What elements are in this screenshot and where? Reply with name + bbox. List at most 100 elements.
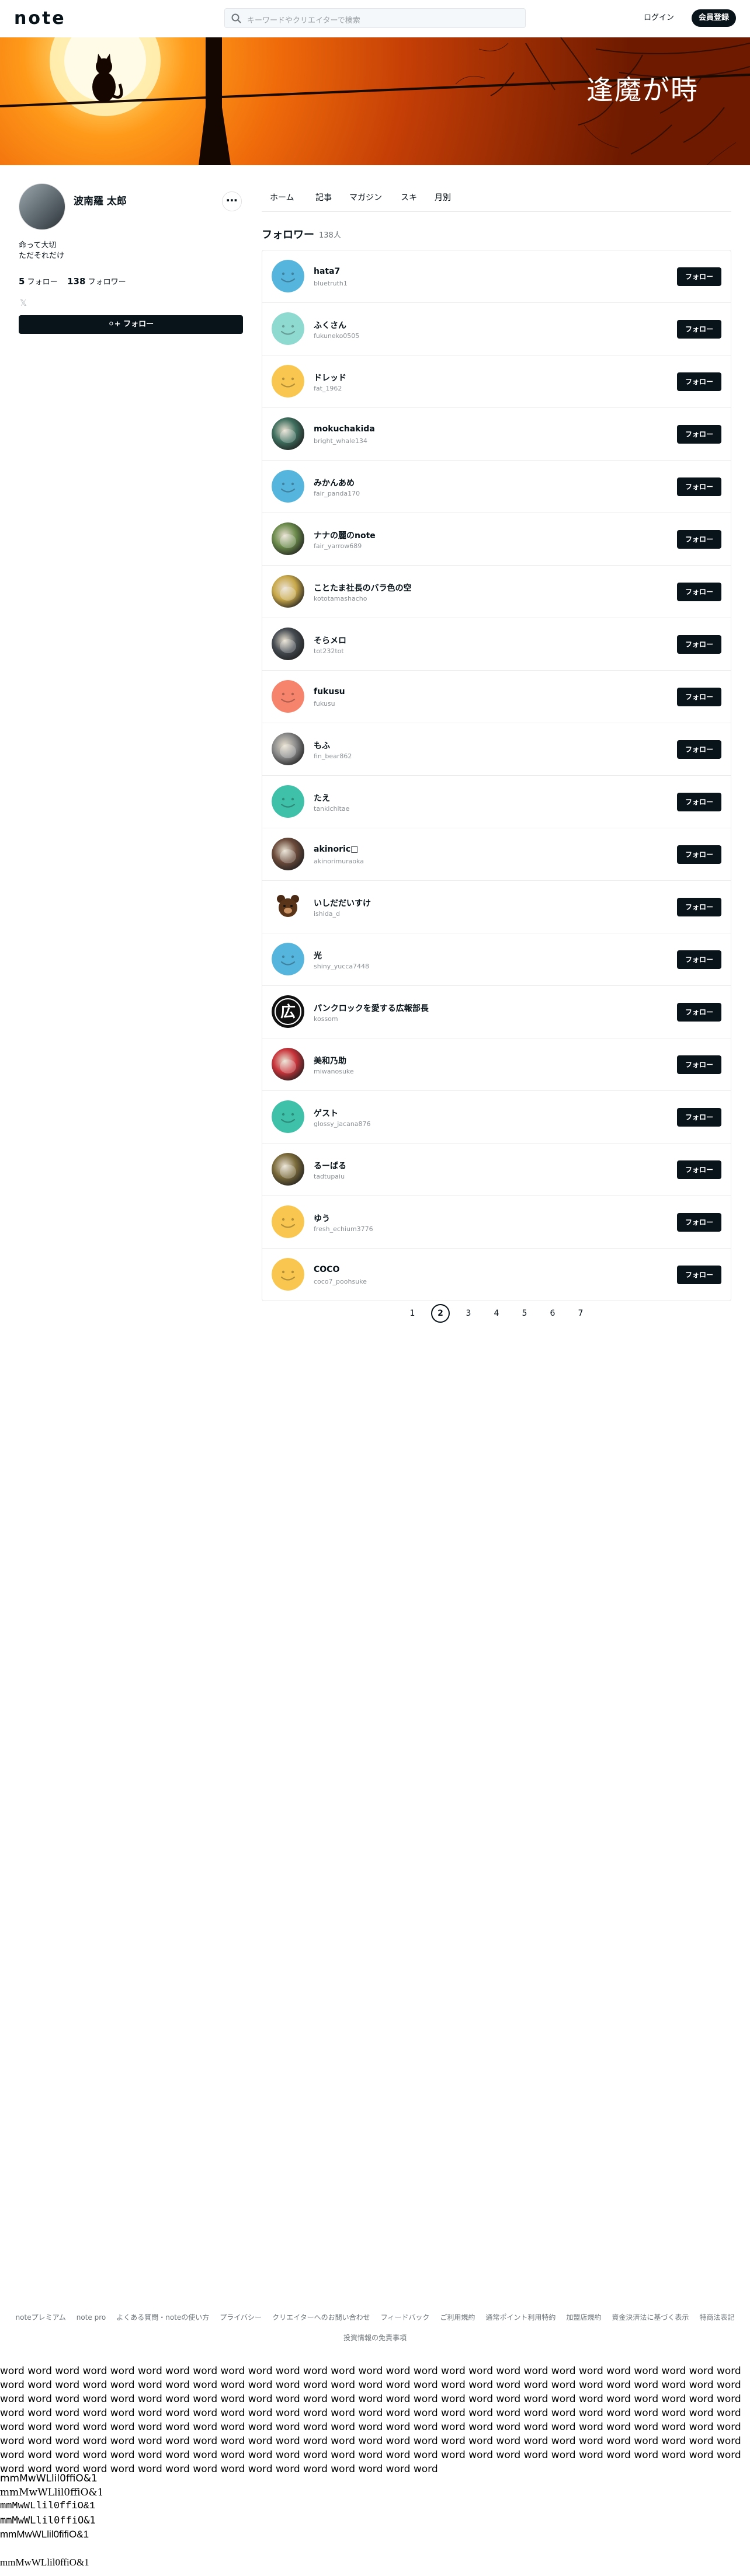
follow-button[interactable]: フォロー (677, 740, 721, 759)
follower-avatar[interactable] (272, 838, 304, 870)
follower-row[interactable]: mokuchakida bright_whale134 フォロー (262, 408, 731, 461)
footer-link[interactable]: 特商法表記 (699, 2313, 734, 2321)
footer-disclaimer-link[interactable]: 投資情報の免責事項 (0, 2333, 750, 2343)
follow-button[interactable]: フォロー (677, 425, 721, 444)
follower-name[interactable]: パンクロックを愛する広報部長 (314, 1002, 429, 1014)
follower-avatar[interactable] (272, 1048, 304, 1080)
follower-name[interactable]: ゲスト (314, 1107, 338, 1119)
login-button[interactable]: ログイン (636, 9, 682, 27)
smiley-avatar-icon[interactable] (272, 943, 304, 975)
smiley-avatar-icon[interactable] (272, 365, 304, 398)
follow-button[interactable]: フォロー (677, 267, 721, 286)
follower-row[interactable]: たえ tankichitae フォロー (262, 776, 731, 828)
follow-button[interactable]: フォロー (677, 635, 721, 654)
follower-row[interactable]: fukusu fukusu フォロー (262, 671, 731, 723)
smiley-avatar-icon[interactable] (272, 680, 304, 713)
follower-name[interactable]: いしだだいすけ (314, 897, 371, 909)
follower-name[interactable]: ドレッド (314, 372, 346, 384)
follower-name[interactable]: みかんあめ (314, 477, 355, 489)
follow-button[interactable]: フォロー (677, 1160, 721, 1179)
tab-articles[interactable]: 記事 (315, 191, 332, 203)
page-1-button[interactable]: 1 (403, 1304, 422, 1323)
follow-button[interactable]: フォロー (677, 793, 721, 811)
follower-avatar[interactable] (272, 890, 304, 923)
signup-button[interactable]: 会員登録 (692, 9, 736, 27)
follow-button[interactable]: フォロー (677, 1266, 721, 1284)
follower-name[interactable]: たえ (314, 792, 330, 804)
follower-row[interactable]: ナナの麗のnote fair_yarrow689 フォロー (262, 513, 731, 566)
follower-name[interactable]: 美和乃助 (314, 1055, 346, 1066)
follower-name[interactable]: るーぱる (314, 1160, 346, 1172)
follower-avatar[interactable] (272, 733, 304, 765)
follower-row[interactable]: いしだだいすけ ishida_d フォロー (262, 881, 731, 933)
page-5-button[interactable]: 5 (515, 1304, 534, 1323)
follow-button[interactable]: フォロー (677, 688, 721, 706)
page-6-button[interactable]: 6 (543, 1304, 562, 1323)
follower-name[interactable]: そらメロ (314, 635, 346, 646)
follow-button[interactable]: ⚪+ フォロー (19, 315, 243, 334)
follow-button[interactable]: フォロー (677, 1055, 721, 1074)
follower-row[interactable]: COCO coco7_poohsuke フォロー (262, 1249, 731, 1301)
follower-name[interactable]: ふくさん (314, 319, 346, 331)
follow-button[interactable]: フォロー (677, 372, 721, 391)
smiley-avatar-icon[interactable] (272, 785, 304, 818)
note-logo[interactable]: note (14, 8, 66, 29)
footer-link[interactable]: よくある質問・noteの使い方 (116, 2313, 209, 2321)
smiley-avatar-icon[interactable] (272, 470, 304, 503)
follower-row[interactable]: そらメロ tot232tot フォロー (262, 618, 731, 671)
follower-avatar[interactable] (272, 1153, 304, 1186)
smiley-avatar-icon[interactable] (272, 1100, 304, 1133)
smiley-avatar-icon[interactable] (272, 1205, 304, 1238)
following-link[interactable]: 5 フォロー (19, 276, 58, 287)
follow-button[interactable]: フォロー (677, 1108, 721, 1127)
follow-button[interactable]: フォロー (677, 1003, 721, 1022)
follower-row[interactable]: ドレッド fat_1962 フォロー (262, 355, 731, 408)
footer-link[interactable]: 通常ポイント利用特約 (485, 2313, 555, 2321)
smiley-avatar-icon[interactable] (272, 1258, 304, 1291)
follow-button[interactable]: フォロー (677, 950, 721, 969)
follower-row[interactable]: akinoric□ akinorimuraoka フォロー (262, 828, 731, 881)
footer-link[interactable]: noteプレミアム (16, 2313, 66, 2321)
follower-row[interactable]: もふ fin_bear862 フォロー (262, 723, 731, 776)
follower-row[interactable]: hata7 bluetruth1 フォロー (262, 250, 731, 303)
follower-name[interactable]: COCO (314, 1265, 339, 1274)
search-input[interactable]: キーワードやクリエイターで検索 (224, 8, 526, 28)
follower-name[interactable]: もふ (314, 740, 330, 751)
follower-row[interactable]: 光 shiny_yucca7448 フォロー (262, 933, 731, 986)
follower-name[interactable]: ゆう (314, 1212, 330, 1224)
x-social-icon[interactable]: 𝕏 (20, 298, 27, 308)
follower-row[interactable]: ゆう fresh_echium3776 フォロー (262, 1196, 731, 1249)
follow-button[interactable]: フォロー (677, 1213, 721, 1232)
follower-avatar[interactable] (272, 522, 304, 555)
tab-likes[interactable]: スキ (401, 191, 417, 203)
follower-name[interactable]: ことたま社長のバラ色の空 (314, 582, 412, 594)
follow-button[interactable]: フォロー (677, 898, 721, 916)
follow-button[interactable]: フォロー (677, 320, 721, 339)
footer-link[interactable]: note pro (77, 2313, 106, 2321)
profile-avatar[interactable] (19, 183, 65, 230)
follow-button[interactable]: フォロー (677, 530, 721, 549)
follow-button[interactable]: フォロー (677, 583, 721, 601)
profile-name[interactable]: 波南羅 太郎 (74, 193, 127, 207)
footer-link[interactable]: 加盟店規約 (566, 2313, 601, 2321)
follower-name[interactable]: ナナの麗のnote (314, 529, 376, 541)
page-4-button[interactable]: 4 (487, 1304, 506, 1323)
footer-link[interactable]: プライバシー (220, 2313, 262, 2321)
follower-row[interactable]: るーぱる tadtupaiu フォロー (262, 1144, 731, 1196)
footer-link[interactable]: クリエイターへのお問い合わせ (272, 2313, 370, 2321)
follower-row[interactable]: みかんあめ fair_panda170 フォロー (262, 461, 731, 513)
follower-avatar[interactable] (272, 417, 304, 450)
follower-row[interactable]: ふくさん fukuneko0505 フォロー (262, 303, 731, 355)
follow-button[interactable]: フォロー (677, 477, 721, 496)
followers-link[interactable]: 138 フォロワー (67, 276, 126, 287)
footer-link[interactable]: フィードバック (381, 2313, 430, 2321)
follower-row[interactable]: ゲスト glossy_jacana876 フォロー (262, 1091, 731, 1144)
tab-home[interactable]: ホーム (270, 191, 294, 203)
follower-name[interactable]: fukusu (314, 687, 345, 696)
follower-name[interactable]: hata7 (314, 267, 340, 276)
follower-row[interactable]: 美和乃助 miwanosuke フォロー (262, 1038, 731, 1091)
follow-button[interactable]: フォロー (677, 845, 721, 864)
page-7-button[interactable]: 7 (571, 1304, 590, 1323)
follower-name[interactable]: akinoric□ (314, 845, 358, 854)
smiley-avatar-icon[interactable] (272, 312, 304, 345)
